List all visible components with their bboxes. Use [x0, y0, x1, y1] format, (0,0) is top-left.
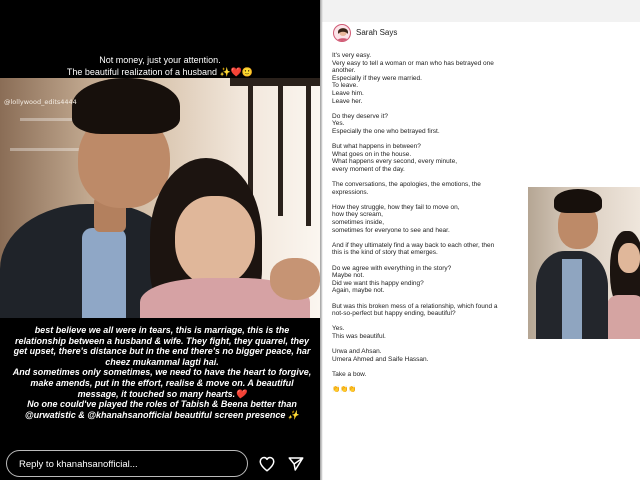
caption-top-line: Not money, just your attention.	[99, 55, 221, 65]
document-line: another.	[332, 67, 356, 75]
man-hair	[72, 78, 180, 134]
document-line: Especially the one who betrayed first.	[332, 127, 440, 135]
document-line: Did we want this happy ending?	[332, 279, 424, 287]
story-viewer: Not money, just your attention. The beau…	[0, 0, 320, 480]
document-line: The conversations, the apologies, the em…	[332, 181, 481, 189]
document-line: Very easy to tell a woman or man who has…	[332, 59, 494, 67]
document-line: And if they ultimately find a way back t…	[332, 241, 495, 249]
document-paragraph: It's very easy. Very easy to tell a woman…	[332, 52, 532, 105]
story-caption-top: Not money, just your attention. The beau…	[0, 54, 320, 78]
author-name: Sarah Says	[356, 28, 398, 37]
document-line: Maybe not.	[332, 272, 365, 280]
document-body: It's very easy. Very easy to tell a woman…	[332, 52, 532, 401]
document-line: Do we agree with everything in the story…	[332, 264, 452, 272]
document-paragraph: 👏👏👏	[332, 386, 532, 394]
document-line: sometimes inside,	[332, 219, 385, 227]
document-line: How they struggle, how they fail to move…	[332, 203, 460, 211]
stair-step	[10, 148, 80, 151]
document-line: This was beautiful.	[332, 332, 386, 340]
document-line: Leave her.	[332, 97, 363, 105]
document-line: What goes on in the house.	[332, 150, 412, 158]
document-paragraph: Yes. This was beautiful.	[332, 325, 532, 340]
document-line: Urwa and Ahsan.	[332, 348, 382, 356]
clip-man-shirt	[562, 259, 582, 339]
document-paragraph: The conversations, the apologies, the em…	[332, 181, 532, 196]
stair-baluster	[278, 86, 283, 216]
document-line: every moment of the day.	[332, 165, 405, 173]
document-line: Umera Ahmed and Saife Hassan.	[332, 355, 429, 363]
document-paragraph: But was this broken mess of a relationsh…	[332, 303, 532, 318]
clip-woman-face	[618, 243, 640, 273]
caption-paragraph: And sometimes only sometimes, we need to…	[12, 367, 312, 399]
document-paragraph: Do we agree with everything in the story…	[332, 265, 532, 295]
story-caption-bottom: best believe we all were in tears, this …	[12, 325, 312, 420]
document-line: Especially if they were married.	[332, 74, 422, 82]
document-line: Leave him.	[332, 89, 364, 97]
avatar-icon	[333, 24, 351, 42]
caption-paragraph: best believe we all were in tears, this …	[13, 325, 311, 367]
document-line: It's very easy.	[332, 52, 372, 59]
send-icon[interactable]	[287, 455, 305, 473]
document-line: But what happens in between?	[332, 143, 421, 151]
caption-top-line: The beautiful realization of a husband ✨…	[66, 67, 254, 77]
document-line: To leave.	[332, 82, 359, 90]
stair-baluster	[306, 86, 311, 226]
document-line: Do they deserve it?	[332, 112, 389, 120]
document-paragraph: How they struggle, how they fail to move…	[332, 204, 532, 234]
document-line: What happens every second, every minute,	[332, 158, 458, 166]
document-line: Yes.	[332, 120, 345, 128]
document-paragraph: Take a bow.	[332, 371, 532, 379]
reply-bar[interactable]	[6, 450, 248, 477]
document-panel: Sarah Says It's very easy. Very easy to t…	[320, 0, 640, 480]
stair-rail	[230, 78, 320, 86]
document-paragraph: And if they ultimately find a way back t…	[332, 242, 532, 257]
story-photo: @lollywood_edits4444	[0, 78, 320, 318]
clip-woman-body	[606, 295, 640, 339]
stair-step	[20, 118, 80, 121]
page-shadow	[320, 0, 323, 480]
document-line: Again, maybe not.	[332, 287, 385, 295]
reply-input[interactable]	[19, 457, 239, 471]
document-paragraph: Do they deserve it? Yes. Especially the on…	[332, 113, 532, 136]
document-line: 👏👏👏	[332, 386, 357, 394]
document-line: this is the kind of story that emerges.	[332, 249, 438, 257]
hand	[270, 258, 320, 300]
woman-face	[175, 196, 255, 286]
document-line: not-so-perfect but happy ending, beautif…	[332, 310, 456, 318]
clip-man-hair	[554, 189, 602, 213]
document-line: expressions.	[332, 188, 369, 196]
heart-icon[interactable]	[258, 455, 276, 473]
man-shirt	[82, 228, 126, 318]
document-paragraph: But what happens in between? What goes on…	[332, 143, 532, 173]
document-line: Take a bow.	[332, 370, 367, 378]
caption-paragraph: No one could've played the roles of Tabi…	[24, 399, 300, 420]
document-line: sometimes for everyone to see and hear.	[332, 226, 450, 234]
document-line: how they scream,	[332, 211, 383, 219]
document-paragraph: Urwa and Ahsan. Umera Ahmed and Saife Has…	[332, 348, 532, 363]
inset-photo	[528, 187, 640, 339]
photo-watermark: @lollywood_edits4444	[4, 98, 77, 106]
document-line: But was this broken mess of a relationsh…	[332, 302, 498, 310]
document-line: Yes.	[332, 325, 345, 333]
